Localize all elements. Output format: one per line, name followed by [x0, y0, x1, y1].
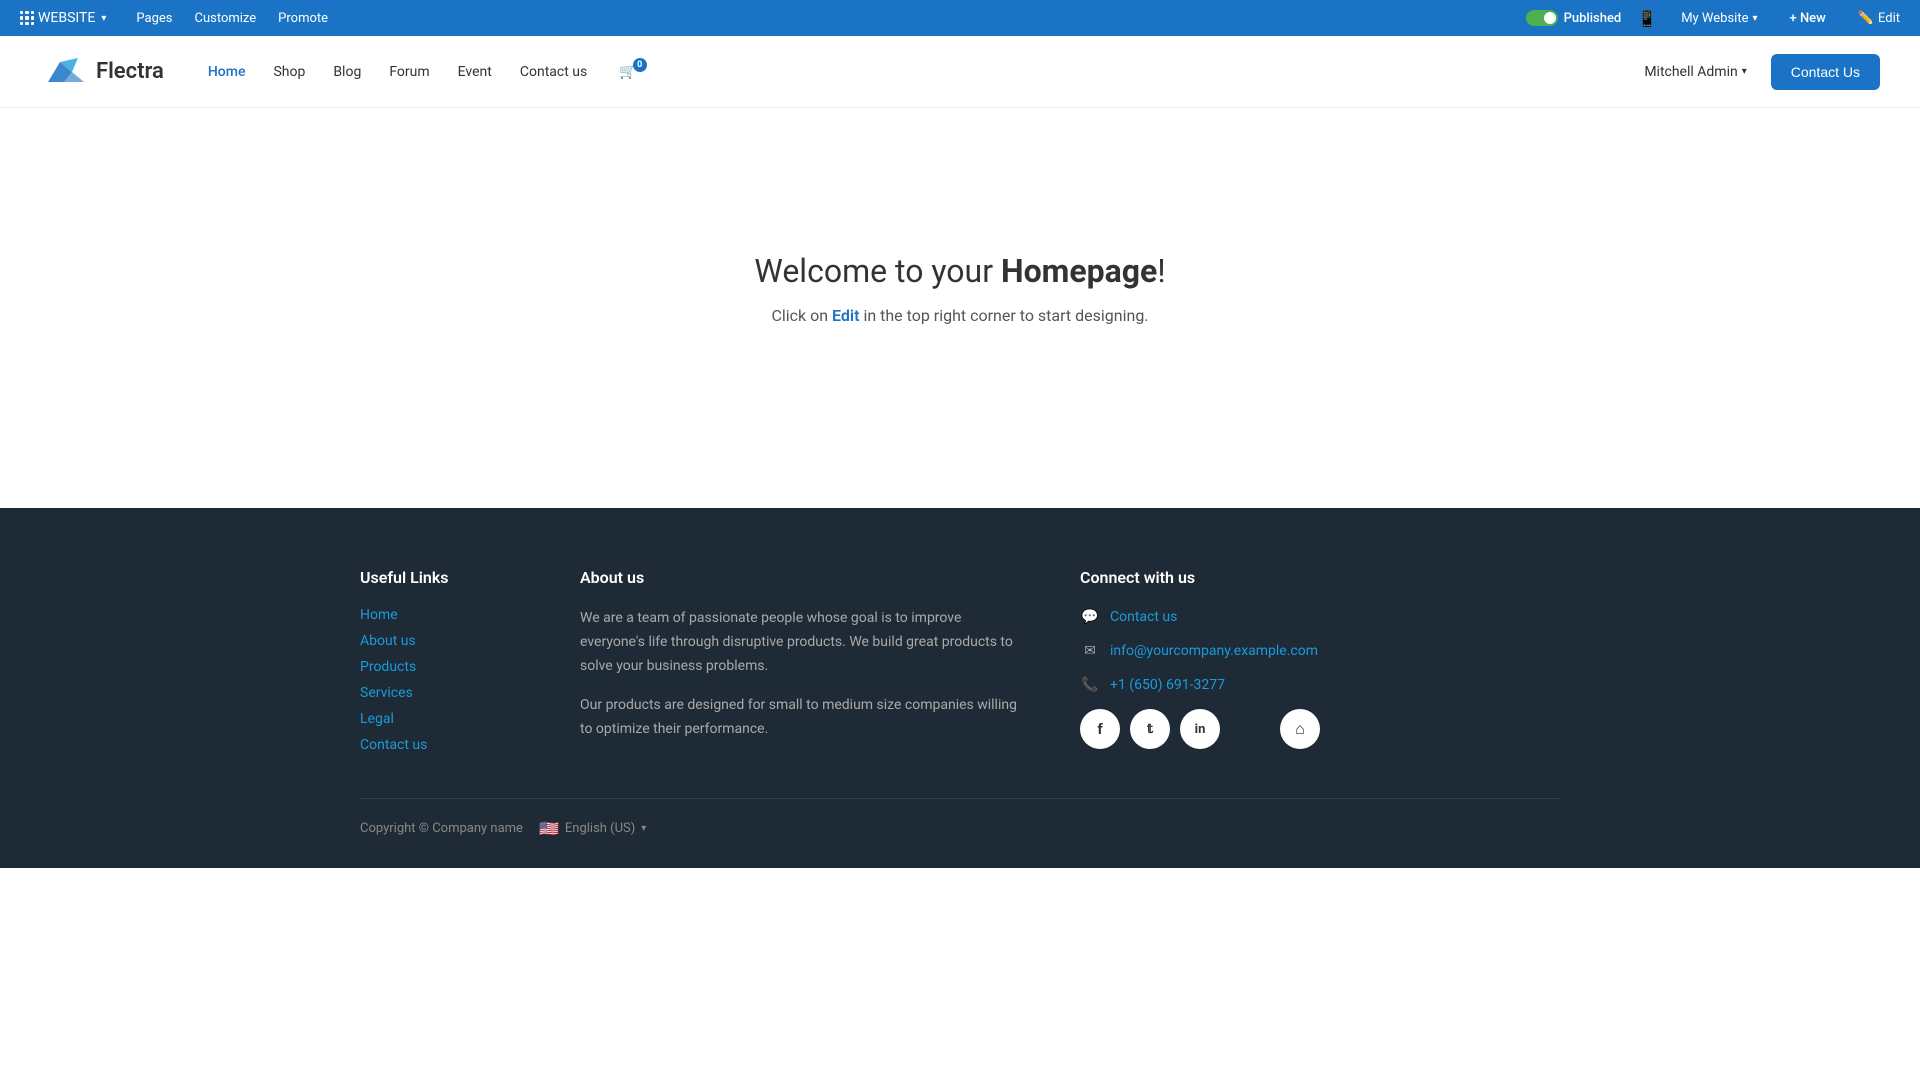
- flag-icon: 🇺🇸: [539, 819, 559, 838]
- footer-content: Useful Links Home About us Products Serv…: [360, 568, 1560, 798]
- nav-forum[interactable]: Forum: [377, 56, 441, 88]
- my-website-chevron-icon: ▾: [1752, 13, 1757, 24]
- home-button[interactable]: ⌂: [1280, 709, 1320, 749]
- site-nav: Home Shop Blog Forum Event Contact us 🛒 …: [196, 56, 1636, 88]
- logo[interactable]: Flectra: [40, 54, 164, 90]
- nav-blog[interactable]: Blog: [321, 56, 373, 88]
- published-label: Published: [1564, 11, 1622, 26]
- footer-link-contact[interactable]: Contact us: [360, 737, 427, 753]
- edit-pencil-icon: ✏️: [1858, 11, 1874, 26]
- email-icon: ✉: [1080, 641, 1100, 661]
- website-menu[interactable]: WEBSITE ▾: [12, 6, 114, 30]
- footer-link-about[interactable]: About us: [360, 633, 416, 649]
- footer-useful-links-col: Useful Links Home About us Products Serv…: [360, 568, 520, 758]
- footer-link-services[interactable]: Services: [360, 685, 413, 701]
- user-chevron-icon: ▾: [1742, 66, 1747, 77]
- nav-event[interactable]: Event: [446, 56, 504, 88]
- footer-connect-col: Connect with us 💬 Contact us ✉ info@your…: [1080, 568, 1340, 758]
- language-selector[interactable]: 🇺🇸 English (US) ▾: [539, 819, 646, 838]
- connect-email-link[interactable]: info@yourcompany.example.com: [1110, 643, 1318, 659]
- hero-subtitle-end: in the top right corner to start designi…: [859, 306, 1148, 325]
- hero-title-end: !: [1157, 252, 1165, 290]
- hero-title: Welcome to your Homepage!: [754, 252, 1165, 290]
- pages-link[interactable]: Pages: [126, 7, 182, 30]
- about-para2: Our products are designed for small to m…: [580, 694, 1020, 742]
- user-label: Mitchell Admin: [1644, 64, 1737, 80]
- hero-subtitle-bold: Edit: [832, 306, 859, 325]
- social-icons: f 𝕥 in ⌂: [1080, 709, 1340, 749]
- contact-us-header-button[interactable]: Contact Us: [1771, 54, 1880, 90]
- admin-bar: WEBSITE ▾ Pages Customize Promote Publis…: [0, 0, 1920, 36]
- edit-button[interactable]: ✏️ Edit: [1850, 7, 1908, 30]
- footer-link-legal[interactable]: Legal: [360, 711, 394, 727]
- about-para1: We are a team of passionate people whose…: [580, 607, 1020, 678]
- user-menu-button[interactable]: Mitchell Admin ▾: [1636, 58, 1754, 86]
- useful-links-list: Home About us Products Services Legal Co…: [360, 607, 520, 753]
- website-chevron-icon: ▾: [101, 13, 106, 24]
- website-grid-icon: [20, 11, 34, 25]
- cart-badge: 0: [633, 58, 647, 72]
- new-label: + New: [1790, 11, 1826, 26]
- connect-contact: 💬 Contact us: [1080, 607, 1340, 627]
- nav-home[interactable]: Home: [196, 56, 258, 88]
- mobile-preview-icon[interactable]: 📱: [1637, 9, 1657, 28]
- logo-icon: [40, 54, 88, 90]
- promote-link[interactable]: Promote: [268, 7, 338, 30]
- copyright-text: Copyright © Company name: [360, 821, 523, 836]
- hero-section: Welcome to your Homepage! Click on Edit …: [0, 108, 1920, 508]
- published-toggle[interactable]: Published: [1526, 10, 1622, 26]
- admin-bar-links: Pages Customize Promote: [126, 7, 338, 30]
- connect-phone: 📞 +1 (650) 691-3277: [1080, 675, 1340, 695]
- facebook-button[interactable]: f: [1080, 709, 1120, 749]
- my-website-label: My Website: [1681, 11, 1748, 26]
- connect-heading: Connect with us: [1080, 568, 1340, 587]
- hero-title-start: Welcome to your: [754, 252, 1001, 290]
- edit-label: Edit: [1878, 11, 1900, 26]
- about-heading: About us: [580, 568, 1020, 587]
- footer-about-col: About us We are a team of passionate peo…: [580, 568, 1020, 758]
- my-website-button[interactable]: My Website ▾: [1673, 7, 1765, 30]
- nav-shop[interactable]: Shop: [261, 56, 317, 88]
- connect-contact-link[interactable]: Contact us: [1110, 609, 1177, 625]
- hero-subtitle: Click on Edit in the top right corner to…: [771, 306, 1148, 325]
- site-footer: Useful Links Home About us Products Serv…: [0, 508, 1920, 868]
- twitter-button[interactable]: 𝕥: [1130, 709, 1170, 749]
- cart-button[interactable]: 🛒 0: [607, 56, 648, 88]
- admin-bar-right: Published 📱 My Website ▾ + New ✏️ Edit: [1526, 7, 1908, 30]
- language-label: English (US): [565, 821, 635, 836]
- linkedin-button[interactable]: in: [1180, 709, 1220, 749]
- chat-icon: 💬: [1080, 607, 1100, 627]
- customize-link[interactable]: Customize: [184, 7, 266, 30]
- nav-contact-us[interactable]: Contact us: [508, 56, 599, 88]
- lang-chevron-icon: ▾: [641, 823, 646, 834]
- footer-bottom: Copyright © Company name 🇺🇸 English (US)…: [360, 798, 1560, 838]
- connect-phone-link[interactable]: +1 (650) 691-3277: [1110, 677, 1225, 693]
- website-label: WEBSITE: [38, 10, 95, 26]
- new-button[interactable]: + New: [1782, 7, 1834, 30]
- logo-text: Flectra: [96, 59, 164, 84]
- hero-subtitle-start: Click on: [771, 306, 832, 325]
- site-header: Flectra Home Shop Blog Forum Event Conta…: [0, 36, 1920, 108]
- footer-link-products[interactable]: Products: [360, 659, 416, 675]
- admin-bar-left: WEBSITE ▾ Pages Customize Promote: [12, 6, 338, 30]
- footer-link-home[interactable]: Home: [360, 607, 398, 623]
- connect-email: ✉ info@yourcompany.example.com: [1080, 641, 1340, 661]
- hero-title-bold: Homepage: [1001, 252, 1157, 290]
- header-right: Mitchell Admin ▾ Contact Us: [1636, 54, 1880, 90]
- useful-links-heading: Useful Links: [360, 568, 520, 587]
- phone-icon: 📞: [1080, 675, 1100, 695]
- toggle-switch[interactable]: [1526, 10, 1558, 26]
